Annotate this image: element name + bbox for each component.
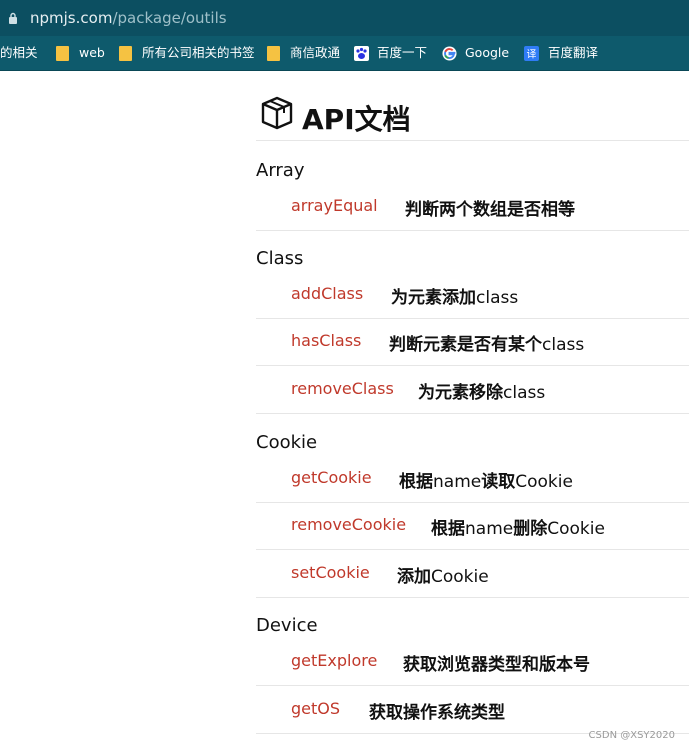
bookmark-baidu[interactable]: 百度一下 [354,44,427,62]
address-bar[interactable]: npmjs.com/package/outils [0,0,689,36]
desc-text: 删除 [513,519,548,539]
folder-icon [56,45,69,61]
api-row-getCookie: getCookie 根据name读取Cookie [256,455,689,503]
function-link[interactable]: hasClass [291,331,361,350]
function-link[interactable]: removeCookie [291,515,406,534]
bookmark-label: Google [465,45,510,60]
bookmark-web[interactable]: web [56,44,105,62]
translate-icon: 译 [524,45,539,61]
baidu-paw-icon [354,45,369,61]
desc-text: 读取 [481,472,516,492]
package-box-icon [261,96,293,130]
function-description: 添加Cookie [397,562,489,587]
function-description: 根据name读取Cookie [399,467,573,492]
function-link[interactable]: removeClass [291,379,394,398]
google-g-icon [442,45,457,61]
api-row-removeClass: removeClass 为元素移除class [256,366,689,414]
function-link[interactable]: arrayEqual [291,196,378,215]
bookmark-label: web [79,45,105,60]
function-link[interactable]: getExplore [291,651,377,670]
bookmark-company[interactable]: 所有公司相关的书签 [119,44,255,62]
bookmark-item[interactable]: 的相关 [0,44,38,62]
url-path: /package/outils [112,9,227,27]
bookmark-google[interactable]: Google [442,44,509,62]
bookmark-label: 的相关 [0,45,38,60]
desc-text: Cookie [431,567,489,587]
url-host: npmjs.com [30,9,113,27]
api-row-hasClass: hasClass 判断元素是否有某个class [256,318,689,366]
bookmark-label: 所有公司相关的书签 [142,45,255,60]
api-row-addClass: addClass 为元素添加class [256,271,689,319]
svg-text:译: 译 [527,48,537,60]
desc-text: 为元素移除 [418,383,503,403]
function-description: 获取浏览器类型和版本号 [403,655,590,675]
api-row-getOS: getOS 获取操作系统类型 [256,686,689,734]
api-row-getExplore: getExplore 获取浏览器类型和版本号 [256,638,689,686]
desc-text: class [542,335,585,355]
function-description: 为元素添加class [391,283,518,308]
bookmark-baidu-translate[interactable]: 译 百度翻译 [524,44,598,62]
function-description: 为元素移除class [418,378,545,403]
watermark: CSDN @XSY2020 [588,730,675,741]
section-heading-class: Class [256,248,304,269]
function-link[interactable]: addClass [291,284,363,303]
bookmark-label: 百度翻译 [548,45,599,60]
api-doc-header: API文档 [256,90,689,141]
function-description: 判断元素是否有某个class [389,330,584,355]
folder-icon [119,45,132,61]
desc-text: Cookie [547,519,605,539]
function-description: 获取操作系统类型 [369,703,505,723]
desc-text: 根据 [399,472,433,492]
bookmarks-bar: 的相关 web 所有公司相关的书签 商信政通 百度一下 Google 译 百度翻… [0,36,689,71]
lock-icon [9,12,17,24]
bookmark-label: 商信政通 [290,45,341,60]
desc-text: 判断元素是否有某个 [389,335,542,355]
function-description: 判断两个数组是否相等 [405,200,575,220]
desc-text: 根据 [431,519,465,539]
function-description: 根据name删除Cookie [431,514,605,539]
api-row-removeCookie: removeCookie 根据name删除Cookie [256,502,689,550]
bookmark-label: 百度一下 [377,45,428,60]
desc-text: name [465,519,514,539]
function-link[interactable]: getOS [291,699,340,718]
desc-text: 为元素添加 [391,288,476,308]
function-link[interactable]: getCookie [291,468,372,487]
api-row-setCookie: setCookie 添加Cookie [256,550,689,598]
page-title: API文档 [302,103,411,136]
desc-text: Cookie [515,472,573,492]
bookmark-shangxin[interactable]: 商信政通 [267,44,340,62]
desc-text: class [503,383,546,403]
desc-text: 添加 [397,567,431,587]
section-heading-array: Array [256,160,305,181]
url-text[interactable]: npmjs.com/package/outils [30,9,227,27]
function-link[interactable]: setCookie [291,563,370,582]
desc-text: class [476,288,519,308]
section-heading-device: Device [256,615,318,636]
section-heading-cookie: Cookie [256,432,318,453]
desc-text: name [433,472,482,492]
folder-icon [267,45,280,61]
api-row-arrayEqual: arrayEqual 判断两个数组是否相等 [256,183,689,231]
